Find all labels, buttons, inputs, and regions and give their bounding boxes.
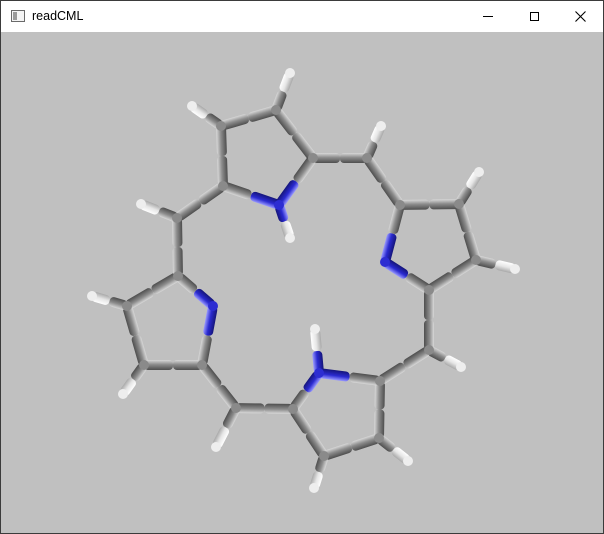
carbon-atom [197,360,207,370]
hydrogen-atom [187,101,197,111]
hydrogen-atom [510,264,520,274]
maximize-button[interactable] [511,1,557,32]
carbon-atom [319,451,329,461]
hydrogen-atom [376,121,386,131]
carbon-atom [424,285,434,295]
carbon-atom [122,301,132,311]
carbon-atom [454,199,464,209]
nitrogen-atom [208,301,218,311]
maximize-icon [529,12,539,21]
carbon-atom [362,153,372,163]
hydrogen-atom [403,456,413,466]
carbon-atom [173,271,183,281]
carbon-atom [308,153,318,163]
application-icon[interactable] [11,10,25,22]
molecule-viewport[interactable] [1,32,603,533]
carbon-atom [271,105,281,115]
carbon-atom [231,403,241,413]
carbon-atom [374,433,384,443]
hydrogen-atom [285,68,295,78]
close-button[interactable] [557,1,603,32]
carbon-atom [471,255,481,265]
minimize-button[interactable] [465,1,511,32]
carbon-atom [424,345,434,355]
carbon-atom [218,181,228,191]
hydrogen-atom [211,442,221,452]
hydrogen-atom [309,483,319,493]
app-window: readCML [0,0,604,534]
carbon-atom [139,360,149,370]
molecule-canvas[interactable] [1,32,603,533]
window-title: readCML [32,9,84,23]
carbon-atom [216,121,226,131]
title-bar[interactable]: readCML [1,1,603,32]
carbon-atom [288,404,298,414]
nitrogen-atom [314,368,324,378]
hydrogen-atom [456,362,466,372]
close-icon [574,11,586,22]
carbon-atom [172,213,182,223]
hydrogen-atom [118,389,128,399]
hydrogen-atom [310,324,320,334]
carbon-atom [375,376,385,386]
hydrogen-atom [87,291,97,301]
minimize-icon [483,16,493,17]
hydrogen-atom [136,199,146,209]
hydrogen-atom [474,167,484,177]
molecule-bonds [87,68,520,493]
nitrogen-atom [274,200,284,210]
nitrogen-atom [380,257,390,267]
carbon-atom [395,200,405,210]
hydrogen-atom [285,233,295,243]
